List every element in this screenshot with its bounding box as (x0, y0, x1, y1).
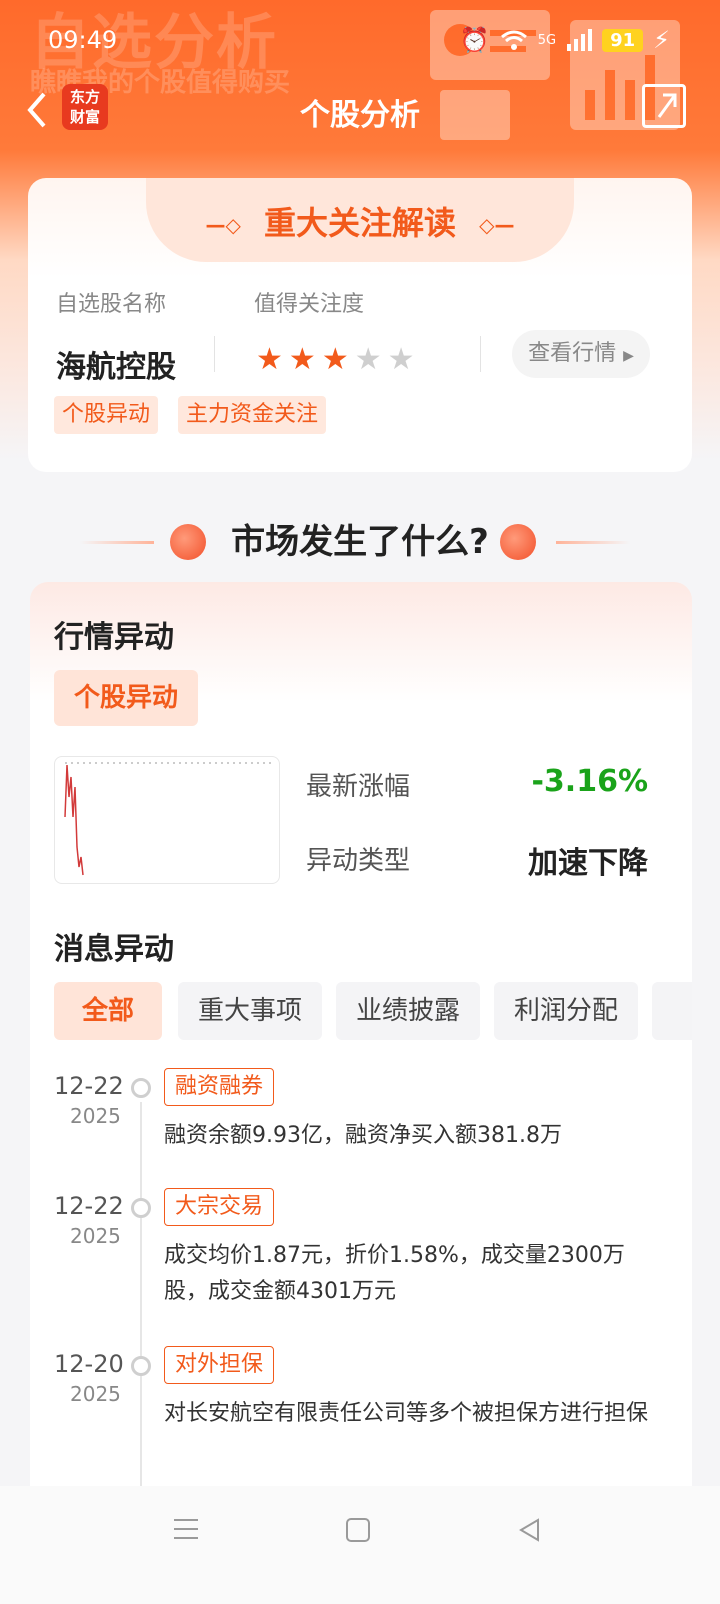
ornament-right-icon: ◇— (479, 213, 515, 237)
star-filled-icon: ★ (321, 342, 349, 377)
external-link-icon (657, 93, 677, 118)
menu-icon[interactable] (172, 1516, 200, 1542)
timeline-tag[interactable]: 融资融券 (164, 1068, 275, 1106)
market-card: 行情异动 个股异动 最新涨幅 -3.16% 异动类型 加速下降 消息异动 全部 … (30, 582, 692, 1592)
intraday-line (64, 762, 271, 876)
timeline-text[interactable]: 成交均价1.87元，折价1.58%，成交量2300万股，成交金额4301万元 (164, 1238, 654, 1310)
timeline-tag[interactable]: 对外担保 (164, 1346, 275, 1384)
status-time: 09:49 (48, 26, 118, 54)
divider (214, 336, 215, 372)
wifi-icon (500, 30, 527, 50)
back-triangle-icon[interactable] (516, 1516, 544, 1544)
market-section-header: 市场发生了什么? (0, 512, 720, 572)
focus-card: —◇ 重大关注解读 ◇— 自选股名称 值得关注度 海航控股 ★ ★ ★ ★ ★ … (28, 178, 692, 472)
focus-card-title: 重大关注解读 (263, 204, 456, 242)
timeline-year: 2025 (70, 1224, 121, 1248)
timeline-dot-icon (131, 1198, 151, 1218)
section-line-right (556, 541, 630, 544)
timeline-tag[interactable]: 大宗交易 (164, 1188, 275, 1226)
intraday-mini-chart (54, 756, 280, 884)
latest-change-label: 最新涨幅 (306, 772, 411, 802)
system-nav-bar (0, 1486, 720, 1604)
market-anomaly-heading: 行情异动 (54, 620, 174, 655)
star-empty-icon: ★ (387, 342, 415, 377)
chip-more[interactable] (652, 982, 692, 1040)
bubble-left-icon (170, 524, 206, 560)
timeline-date: 12-20 (54, 1350, 124, 1378)
caret-right-icon: ▶ (623, 348, 634, 364)
star-filled-icon: ★ (256, 342, 283, 377)
ornament-left-icon: —◇ (205, 213, 241, 237)
news-filter-chips: 全部 重大事项 业绩披露 利润分配 (54, 982, 692, 1042)
focus-card-title-row: —◇ 重大关注解读 ◇— (28, 198, 692, 244)
charging-icon: ⚡ (653, 26, 670, 54)
timeline-text[interactable]: 融资余额9.93亿，融资净买入额381.8万 (164, 1118, 654, 1154)
chip-all[interactable]: 全部 (54, 982, 162, 1040)
star-filled-icon: ★ (288, 342, 316, 377)
change-type-value: 加速下降 (528, 846, 648, 881)
news-anomaly-heading: 消息异动 (54, 932, 174, 967)
timeline-dot-icon (131, 1356, 151, 1376)
stock-name: 海航控股 (56, 350, 176, 385)
stock-anomaly-pill[interactable]: 个股异动 (54, 670, 198, 726)
timeline-date: 12-22 (54, 1192, 124, 1220)
nav-bar: 东方 财富 个股分析 (0, 80, 720, 140)
status-icons: ⏰ 5G 91 ⚡ (460, 26, 670, 54)
share-button[interactable] (642, 84, 686, 128)
section-line-left (80, 541, 154, 544)
battery-level: 91 (602, 28, 644, 52)
timeline-date: 12-22 (54, 1072, 124, 1100)
timeline-year: 2025 (70, 1104, 121, 1128)
chip-dividend[interactable]: 利润分配 (494, 982, 638, 1040)
timeline-year: 2025 (70, 1382, 121, 1406)
latest-change-value: -3.16% (531, 764, 648, 799)
change-type-label: 异动类型 (306, 846, 411, 876)
timeline-text[interactable]: 对长安航空有限责任公司等多个被担保方进行担保 (164, 1396, 654, 1432)
attention-stars: ★ ★ ★ ★ ★ (256, 342, 415, 378)
timeline-dot-icon (131, 1078, 151, 1098)
chip-major-events[interactable]: 重大事项 (178, 982, 322, 1040)
view-quote-button[interactable]: 查看行情 ▶ (512, 330, 650, 378)
bubble-right-icon (500, 524, 536, 560)
stock-name-label: 自选股名称 (56, 292, 167, 317)
tag-stock-anomaly[interactable]: 个股异动 (54, 396, 159, 434)
tag-main-capital[interactable]: 主力资金关注 (178, 396, 327, 434)
divider (480, 336, 481, 372)
signal-icon (567, 29, 593, 51)
page-title: 个股分析 (300, 98, 420, 133)
network-type: 5G (537, 32, 557, 48)
alarm-icon: ⏰ (459, 26, 490, 54)
star-empty-icon: ★ (354, 342, 382, 377)
market-section-title: 市场发生了什么? (231, 522, 489, 562)
attention-label: 值得关注度 (254, 292, 365, 317)
view-quote-label: 查看行情 (528, 341, 617, 366)
chip-earnings[interactable]: 业绩披露 (336, 982, 480, 1040)
status-bar: 09:49 ⏰ 5G 91 ⚡ (0, 22, 720, 62)
home-icon[interactable] (344, 1516, 372, 1544)
